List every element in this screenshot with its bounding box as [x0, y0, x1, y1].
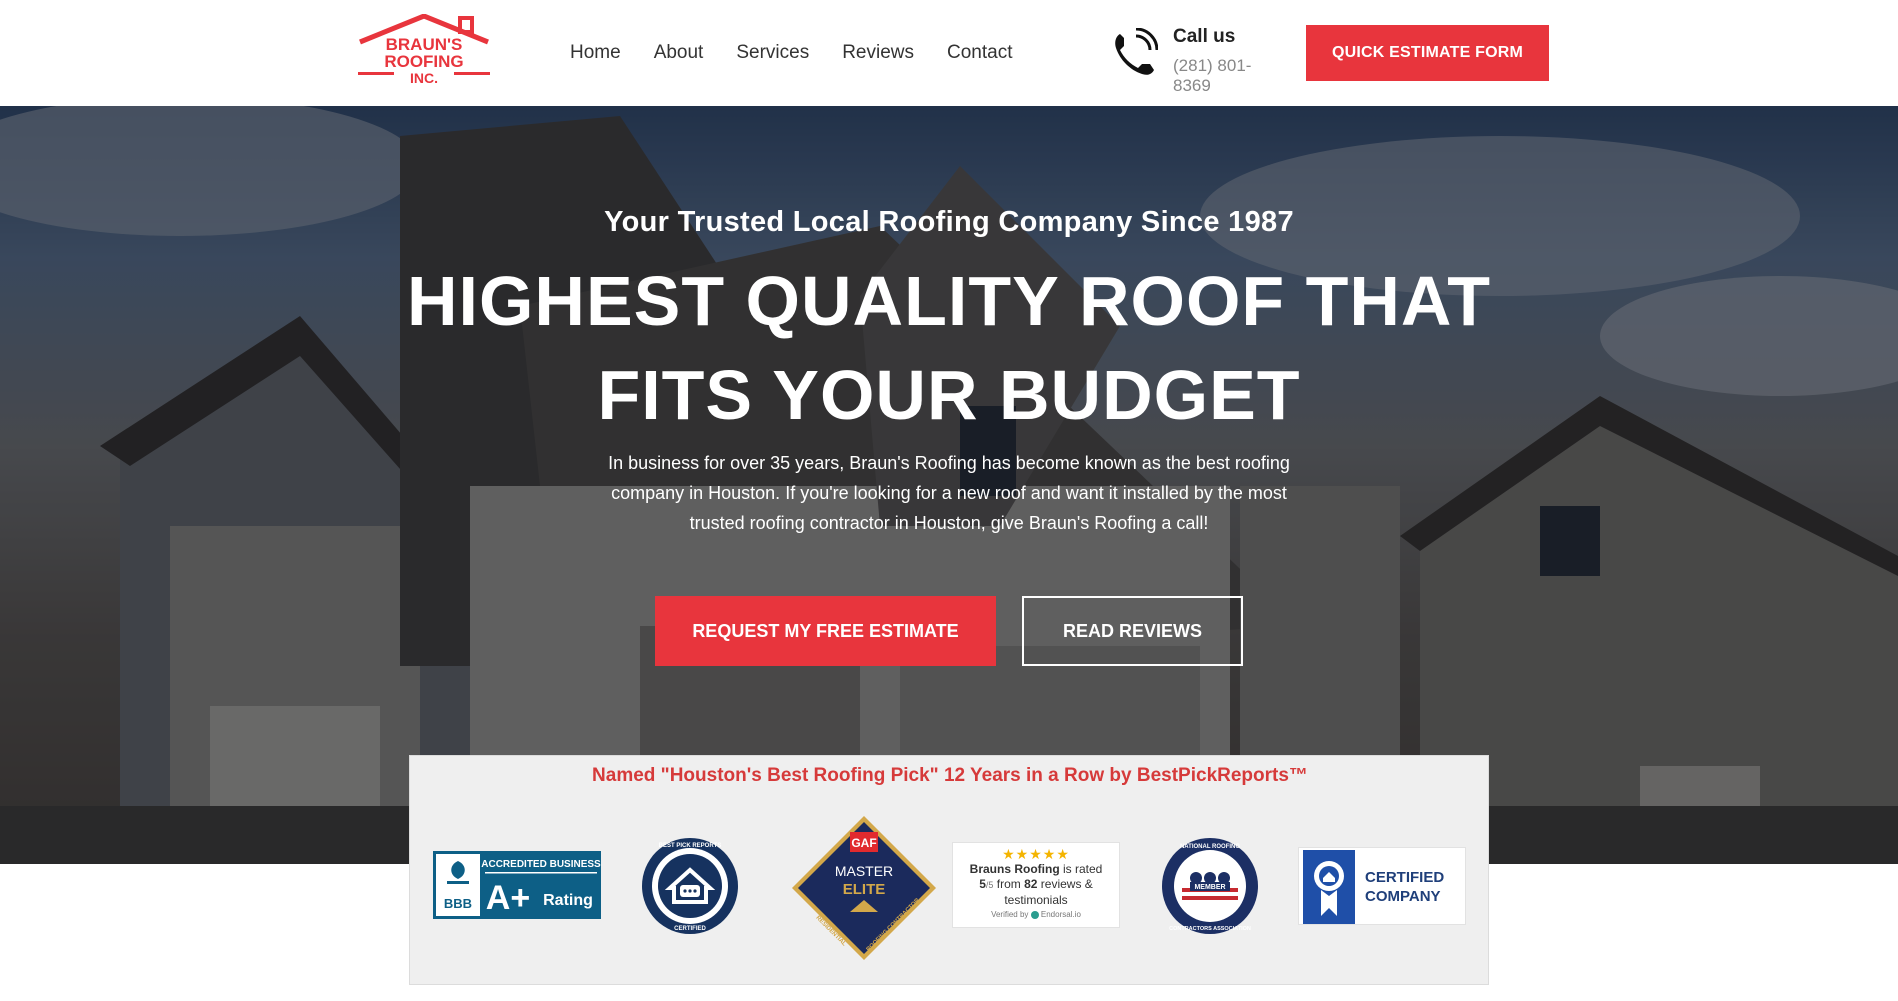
endorsal-line2: 5/5 from 82 reviews &: [979, 877, 1093, 891]
svg-text:A+: A+: [486, 879, 530, 917]
bbb-accredited-badge[interactable]: BBB ACCREDITED BUSINESS A+ Rating: [433, 851, 601, 919]
endorsal-line3: testimonials: [1004, 893, 1068, 907]
certified-company-badge[interactable]: CERTIFIED COMPANY: [1298, 847, 1466, 925]
nav-about[interactable]: About: [654, 40, 704, 66]
certified-line2: COMPANY: [1365, 888, 1441, 905]
best-pick-certified-badge[interactable]: BEST PICK REPORTS CERTIFIED: [640, 836, 740, 936]
awards-title: Named "Houston's Best Roofing Pick" 12 Y…: [592, 765, 1308, 786]
svg-text:INC.: INC.: [410, 70, 438, 86]
nav-home[interactable]: Home: [570, 40, 621, 66]
svg-text:NATIONAL ROOFING: NATIONAL ROOFING: [1180, 844, 1240, 850]
awards-panel: Named "Houston's Best Roofing Pick" 12 Y…: [409, 755, 1489, 985]
phone-number[interactable]: (281) 801-8369: [1173, 56, 1280, 96]
endorsal-logo-icon: [1030, 910, 1039, 919]
svg-text:MEMBER: MEMBER: [1194, 884, 1225, 891]
hero-section: Your Trusted Local Roofing Company Since…: [0, 106, 1898, 864]
svg-text:BEST PICK REPORTS: BEST PICK REPORTS: [659, 843, 722, 849]
endorsal-line1: Brauns Roofing is rated: [969, 862, 1103, 876]
hero-headline-line2: FITS YOUR BUDGET: [597, 356, 1301, 434]
read-reviews-button[interactable]: READ REVIEWS: [1022, 596, 1243, 666]
svg-text:ELITE: ELITE: [843, 881, 886, 898]
hero-content: Your Trusted Local Roofing Company Since…: [0, 106, 1898, 864]
svg-text:Rating: Rating: [543, 892, 593, 909]
svg-text:BBB: BBB: [444, 896, 472, 911]
nav-reviews[interactable]: Reviews: [842, 40, 914, 66]
hero-tagline: Your Trusted Local Roofing Company Since…: [604, 206, 1294, 238]
svg-text:ACCREDITED BUSINESS: ACCREDITED BUSINESS: [481, 859, 601, 870]
svg-text:CONTRACTORS ASSOCIATION: CONTRACTORS ASSOCIATION: [1169, 926, 1251, 932]
nrca-member-badge[interactable]: MEMBER NATIONAL ROOFING CONTRACTORS ASSO…: [1160, 836, 1260, 936]
brauns-roofing-logo[interactable]: BRAUN'S ROOFING INC.: [356, 14, 492, 86]
hero-intro: In business for over 35 years, Braun's R…: [608, 453, 1290, 533]
svg-text:ROOFING: ROOFING: [384, 52, 463, 71]
hero-headline: HIGHEST QUALITY ROOF THAT FITS YOUR BUDG…: [300, 254, 1598, 442]
main-nav: Home About Services Reviews Contact: [570, 40, 1046, 66]
nav-contact[interactable]: Contact: [947, 40, 1012, 66]
certified-line1: CERTIFIED: [1365, 869, 1445, 886]
phone-icon: [1115, 28, 1158, 75]
svg-text:GAF: GAF: [851, 836, 876, 850]
certified-ribbon-icon: [1303, 850, 1355, 924]
svg-text:CERTIFIED: CERTIFIED: [674, 926, 706, 932]
site-header: BRAUN'S ROOFING INC. Home About Services…: [0, 0, 1898, 106]
nav-services[interactable]: Services: [736, 40, 809, 66]
svg-text:MASTER: MASTER: [835, 863, 893, 879]
call-us-label: Call us: [1173, 26, 1236, 47]
gaf-master-elite-badge[interactable]: GAF MASTER ELITE RESIDENTIAL ROOFING CON…: [790, 814, 938, 962]
quick-estimate-button[interactable]: QUICK ESTIMATE FORM: [1306, 25, 1549, 81]
endorsal-verified: Verified by Endorsal.io: [991, 910, 1081, 919]
endorsal-rating-widget[interactable]: ★★★★★ Brauns Roofing is rated 5/5 from 8…: [952, 842, 1120, 928]
request-estimate-button[interactable]: REQUEST MY FREE ESTIMATE: [655, 596, 996, 666]
call-us-block[interactable]: Call us (281) 801-8369: [1110, 24, 1280, 95]
hero-headline-line1: HIGHEST QUALITY ROOF THAT: [406, 262, 1492, 340]
rating-stars: ★★★★★: [1002, 846, 1070, 862]
